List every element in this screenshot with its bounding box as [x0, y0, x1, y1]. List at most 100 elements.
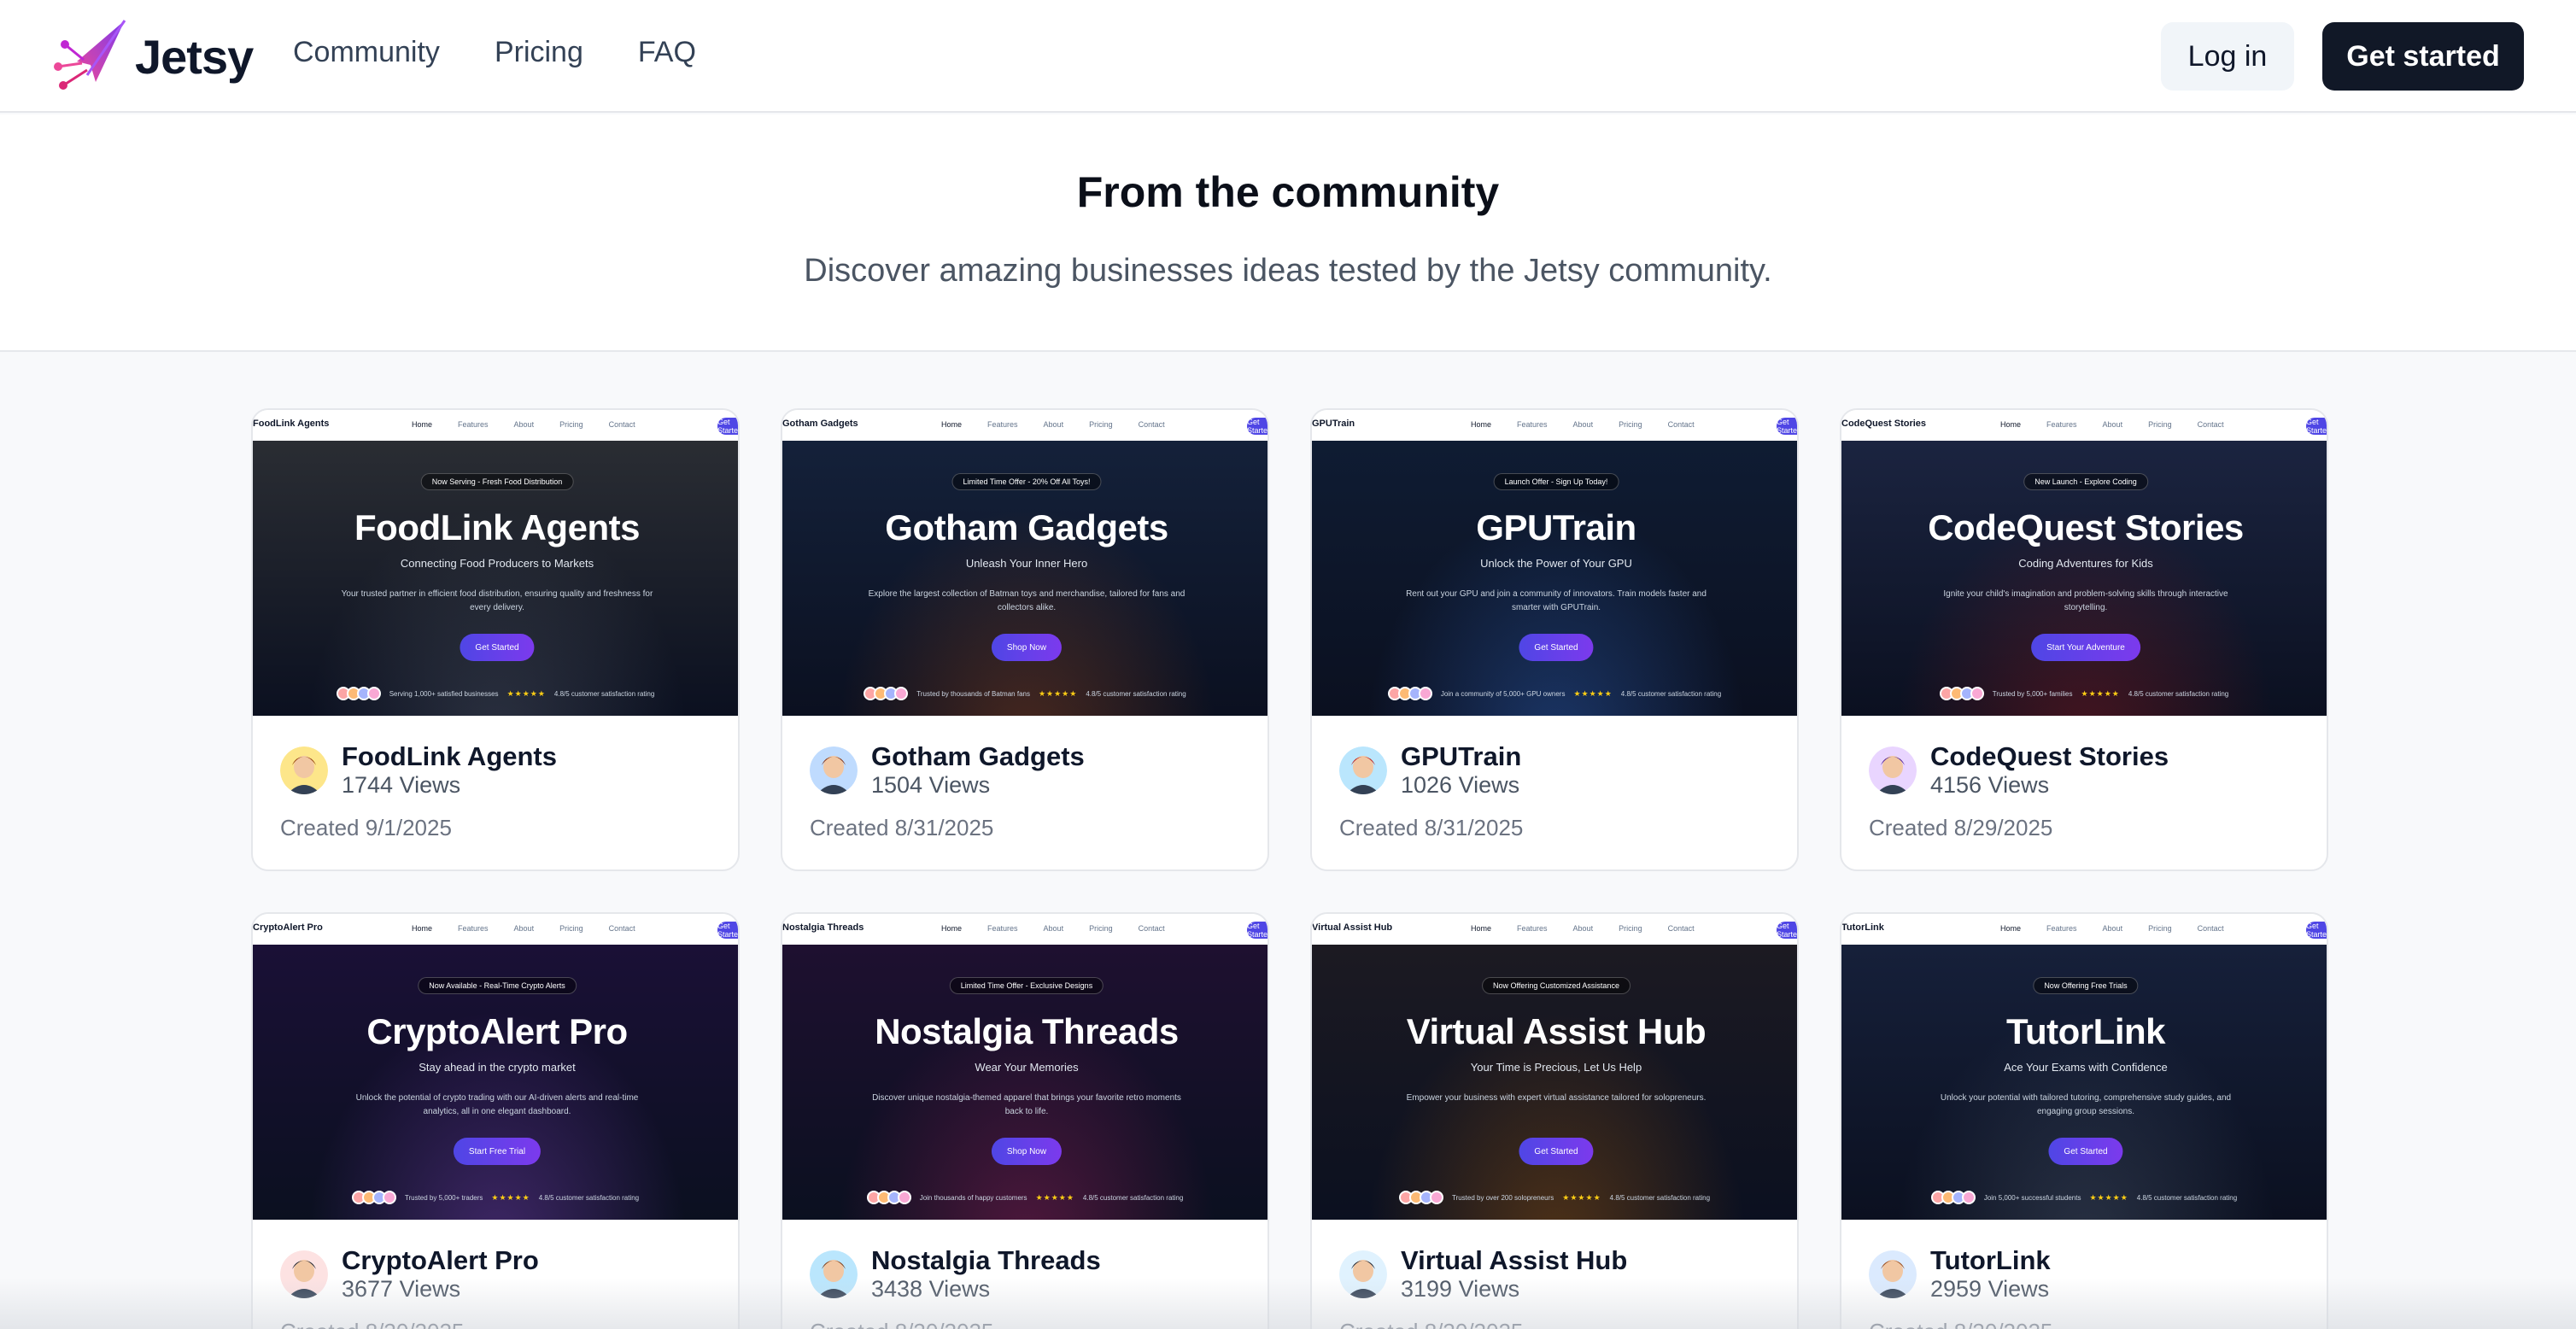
project-card[interactable]: Virtual Assist Hub Home Features About P…	[1310, 912, 1799, 1329]
get-started-button[interactable]: Get started	[2322, 22, 2524, 91]
community-hero: From the community Discover amazing busi…	[0, 114, 2576, 352]
preview-pill: Limited Time Offer - 20% Off All Toys!	[951, 473, 1102, 490]
card-info: CodeQuest Stories 4156 Views Created 8/2…	[1841, 716, 2327, 869]
card-preview-image[interactable]: FoodLink Agents Home Features About Pric…	[253, 410, 738, 716]
card-title[interactable]: Gotham Gadgets	[871, 741, 1085, 772]
preview-rating-text: 4.8/5 customer satisfaction rating	[1609, 1193, 1711, 1202]
preview-hero: New Launch - Explore Coding CodeQuest St…	[1841, 441, 2327, 716]
nav-pricing[interactable]: Pricing	[495, 36, 583, 69]
preview-link: Features	[2046, 924, 2077, 933]
card-preview-image[interactable]: CryptoAlert Pro Home Features About Pric…	[253, 914, 738, 1220]
preview-link: Contact	[1667, 420, 1695, 429]
logo[interactable]: Jetsy	[53, 15, 254, 97]
preview-cta: Get Started	[1519, 1138, 1594, 1165]
project-card[interactable]: GPUTrain Home Features About Pricing Con…	[1310, 408, 1799, 871]
project-card[interactable]: Gotham Gadgets Home Features About Prici…	[781, 408, 1269, 871]
preview-pill: New Launch - Explore Coding	[2023, 473, 2148, 490]
card-preview-image[interactable]: TutorLink Home Features About Pricing Co…	[1841, 914, 2327, 1220]
preview-nav-button: Get Started	[2306, 922, 2327, 939]
preview-brand: Virtual Assist Hub	[1312, 922, 1393, 933]
card-title[interactable]: CodeQuest Stories	[1930, 741, 2169, 772]
preview-nav-button: Get Started	[1247, 922, 1268, 939]
preview-pill: Now Serving - Fresh Food Distribution	[420, 473, 574, 490]
preview-title: CryptoAlert Pro	[366, 1011, 628, 1051]
card-created-date: Created 8/29/2025	[1869, 815, 2053, 840]
preview-link: Home	[412, 924, 433, 933]
preview-link: About	[513, 420, 535, 429]
preview-cta: Shop Now	[991, 634, 1063, 661]
preview-link: About	[1572, 420, 1594, 429]
preview-link: Home	[941, 420, 963, 429]
preview-tagline: Stay ahead in the crypto market	[419, 1061, 576, 1074]
preview-nav: Nostalgia Threads Home Features About Pr…	[782, 914, 1268, 945]
preview-link: About	[2102, 924, 2123, 933]
preview-description: Discover unique nostalgia-themed apparel…	[872, 1093, 1181, 1116]
project-card[interactable]: CodeQuest Stories Home Features About Pr…	[1840, 408, 2328, 871]
star-rating-icon: ★★★★★	[506, 688, 546, 698]
preview-link: About	[2102, 420, 2123, 429]
preview-nav: Virtual Assist Hub Home Features About P…	[1312, 914, 1797, 945]
card-preview-image[interactable]: CodeQuest Stories Home Features About Pr…	[1841, 410, 2327, 716]
card-created-date: Created 9/1/2025	[280, 815, 452, 840]
card-preview-image[interactable]: GPUTrain Home Features About Pricing Con…	[1312, 410, 1797, 716]
card-info: FoodLink Agents 1744 Views Created 9/1/2…	[253, 716, 738, 869]
preview-rating-text: 4.8/5 customer satisfaction rating	[2136, 1193, 2238, 1202]
nav-community[interactable]: Community	[293, 36, 440, 69]
card-title[interactable]: GPUTrain	[1401, 741, 1521, 772]
preview-link: Contact	[1138, 924, 1165, 933]
preview-link: Contact	[608, 924, 635, 933]
preview-link: Contact	[2197, 924, 2224, 933]
preview-tagline: Ace Your Exams with Confidence	[2004, 1061, 2168, 1074]
card-views: 3199 Views	[1401, 1276, 1520, 1302]
preview-rating-text: 4.8/5 customer satisfaction rating	[2128, 689, 2229, 698]
card-views: 3677 Views	[342, 1276, 461, 1302]
preview-avatars	[336, 687, 381, 700]
card-info: GPUTrain 1026 Views Created 8/31/2025	[1312, 716, 1797, 869]
card-title[interactable]: Nostalgia Threads	[871, 1245, 1101, 1276]
preview-description: Explore the largest collection of Batman…	[868, 589, 1186, 612]
preview-cta: Get Started	[460, 634, 535, 661]
preview-pill: Launch Offer - Sign Up Today!	[1493, 473, 1619, 490]
star-rating-icon: ★★★★★	[1035, 1192, 1074, 1202]
card-title[interactable]: CryptoAlert Pro	[342, 1245, 539, 1276]
preview-brand: TutorLink	[1841, 922, 1884, 933]
preview-proof-text: Join a community of 5,000+ GPU owners	[1440, 689, 1566, 698]
project-card[interactable]: CryptoAlert Pro Home Features About Pric…	[251, 912, 740, 1329]
card-preview-image[interactable]: Nostalgia Threads Home Features About Pr…	[782, 914, 1268, 1220]
preview-social-proof: Trusted by over 200 solopreneurs ★★★★★ 4…	[1312, 1191, 1797, 1204]
preview-link: Features	[1517, 420, 1548, 429]
card-title[interactable]: TutorLink	[1930, 1245, 2051, 1276]
preview-links: Home Features About Pricing Contact	[2000, 420, 2224, 429]
preview-link: Home	[1471, 924, 1492, 933]
preview-description: Ignite your child's imagination and prob…	[1943, 589, 2228, 612]
login-button[interactable]: Log in	[2161, 22, 2294, 91]
card-views: 4156 Views	[1930, 772, 2050, 798]
preview-social-proof: Trusted by thousands of Batman fans ★★★★…	[782, 687, 1268, 700]
project-card[interactable]: FoodLink Agents Home Features About Pric…	[251, 408, 740, 871]
preview-cta: Start Free Trial	[453, 1138, 542, 1165]
card-preview-image[interactable]: Virtual Assist Hub Home Features About P…	[1312, 914, 1797, 1220]
card-created-date: Created 8/30/2025	[810, 1319, 993, 1329]
preview-nav: TutorLink Home Features About Pricing Co…	[1841, 914, 2327, 945]
project-card[interactable]: TutorLink Home Features About Pricing Co…	[1840, 912, 2328, 1329]
card-title[interactable]: FoodLink Agents	[342, 741, 557, 772]
card-title[interactable]: Virtual Assist Hub	[1401, 1245, 1627, 1276]
card-info: Gotham Gadgets 1504 Views Created 8/31/2…	[782, 716, 1268, 869]
card-preview-image[interactable]: Gotham Gadgets Home Features About Prici…	[782, 410, 1268, 716]
creator-avatar	[1869, 1250, 1917, 1298]
preview-social-proof: Serving 1,000+ satisfied businesses ★★★★…	[253, 687, 738, 700]
preview-tagline: Wear Your Memories	[975, 1061, 1079, 1074]
project-card[interactable]: Nostalgia Threads Home Features About Pr…	[781, 912, 1269, 1329]
nav-faq[interactable]: FAQ	[638, 36, 696, 69]
preview-social-proof: Trusted by 5,000+ traders ★★★★★ 4.8/5 cu…	[253, 1191, 738, 1204]
preview-link: Home	[412, 420, 433, 429]
preview-rating-text: 4.8/5 customer satisfaction rating	[1082, 1193, 1184, 1202]
preview-link: Pricing	[2148, 924, 2172, 933]
creator-avatar	[1869, 746, 1917, 794]
preview-nav-button: Get Started	[2306, 418, 2327, 435]
preview-avatars	[1398, 1191, 1443, 1204]
card-views: 2959 Views	[1930, 1276, 2050, 1302]
creator-avatar	[1339, 1250, 1387, 1298]
preview-rating-text: 4.8/5 customer satisfaction rating	[1620, 689, 1722, 698]
creator-avatar	[280, 1250, 328, 1298]
